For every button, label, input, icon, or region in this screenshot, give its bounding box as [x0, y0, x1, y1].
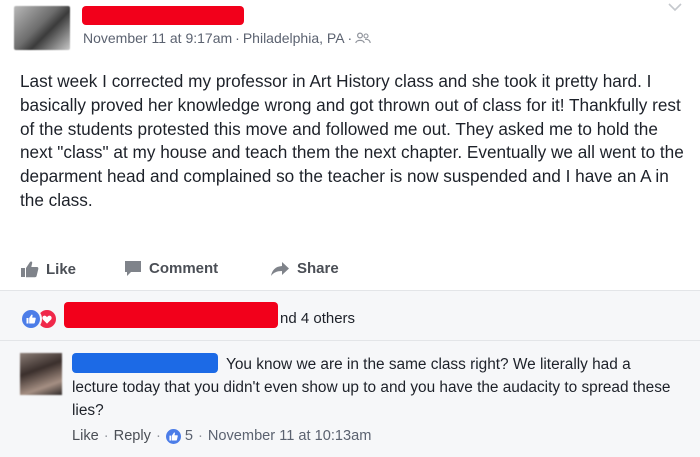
thumbs-up-icon	[21, 261, 39, 278]
friends-icon[interactable]	[355, 32, 371, 44]
comment-icon	[125, 261, 141, 276]
comment-like-count[interactable]: 5	[185, 428, 193, 444]
comments-section: nd 4 others You know we are in the same …	[0, 290, 700, 457]
share-icon	[271, 261, 289, 276]
redacted-author-name	[82, 6, 244, 25]
like-reaction-icon	[20, 308, 42, 330]
comment-timestamp[interactable]: November 11 at 10:13am	[208, 428, 372, 444]
commenter-avatar[interactable]	[20, 353, 62, 395]
facebook-post: November 11 at 9:17am · Philadelphia, PA · …	[0, 0, 700, 457]
post-actions: Like Comment Share	[0, 256, 700, 286]
post-timestamp[interactable]: November 11 at 9:17am	[83, 30, 232, 46]
comment-footer: Like · Reply · 5 · November 11 at 10:13a…	[72, 428, 372, 444]
post-meta: November 11 at 9:17am · Philadelphia, PA ·	[83, 30, 371, 46]
divider	[0, 340, 700, 341]
like-count-icon	[165, 428, 181, 444]
share-label: Share	[297, 260, 339, 277]
like-button[interactable]: Like	[20, 260, 76, 278]
post-location[interactable]: Philadelphia, PA	[243, 30, 345, 46]
reaction-summary[interactable]: nd 4 others	[280, 310, 355, 327]
like-label: Like	[46, 260, 77, 278]
chevron-down-icon[interactable]	[668, 2, 682, 12]
reaction-icons[interactable]	[20, 308, 58, 330]
post-body: Last week I corrected my professor in Ar…	[20, 71, 684, 210]
share-button[interactable]: Share	[270, 260, 339, 277]
comment-button[interactable]: Comment	[124, 260, 218, 277]
comment-reply-link[interactable]: Reply	[114, 428, 151, 444]
author-avatar[interactable]	[14, 6, 70, 50]
comment-label: Comment	[149, 260, 219, 277]
redacted-commenter-name	[72, 353, 218, 373]
comment-like-link[interactable]: Like	[72, 428, 99, 444]
redacted-liker-names	[64, 302, 278, 328]
